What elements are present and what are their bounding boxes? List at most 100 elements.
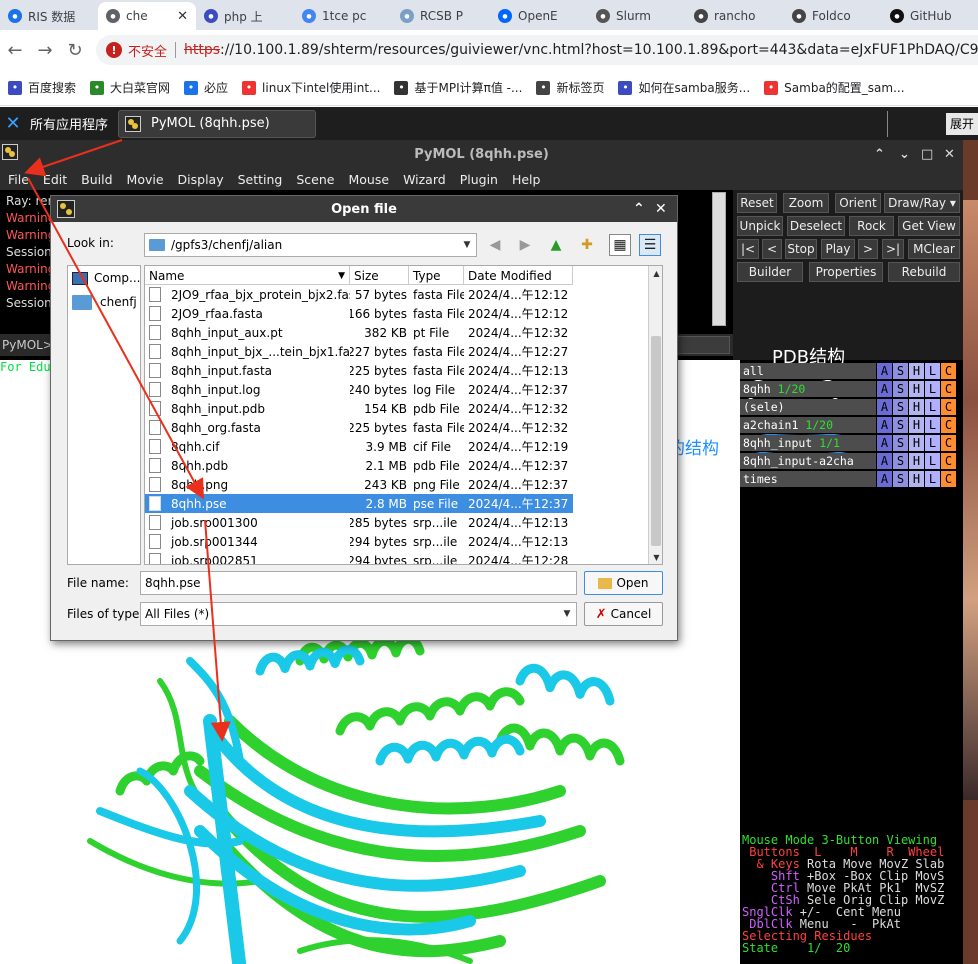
file-row[interactable]: job.srp001300 285 bytes srp...ile 2024/4...… (145, 513, 573, 532)
object-l-button[interactable]: L (924, 399, 940, 416)
browser-tab[interactable]: ● rancho (686, 2, 784, 30)
file-row[interactable]: 8qhh_input.log 240 bytes log File 2024/4...… (145, 380, 573, 399)
menu-help[interactable]: Help (504, 172, 547, 187)
file-row[interactable]: 8qhh_org.fasta 225 bytes fasta File 2024/4.… (145, 418, 573, 437)
object-s-button[interactable]: S (892, 399, 908, 416)
file-row[interactable]: 8qhh_input.pdb 154 KB pdb File 2024/4...午12… (145, 399, 573, 418)
browser-tab[interactable]: ● che ✕ (98, 2, 196, 30)
open-button[interactable]: Open (584, 571, 663, 595)
column-header-date[interactable]: Date Modified (464, 266, 573, 285)
browser-tab[interactable]: ● RIS 数据 (0, 2, 98, 30)
file-row[interactable]: 8qhh.pdb 2.1 MB pdb File 2024/4...午12:37 (145, 456, 573, 475)
object-s-button[interactable]: S (892, 453, 908, 470)
menu-display[interactable]: Display (170, 172, 230, 187)
menu-movie[interactable]: Movie (119, 172, 170, 187)
browser-tab[interactable]: ● GitHub (882, 2, 978, 30)
object-a-button[interactable]: A (876, 435, 892, 452)
object-s-button[interactable]: S (892, 381, 908, 398)
places-item[interactable]: Comp... (68, 266, 140, 290)
reload-button[interactable]: ↻ (60, 35, 90, 65)
browser-tab[interactable]: ● OpenE (490, 2, 588, 30)
menu-wizard[interactable]: Wizard (395, 172, 452, 187)
dialog-close-button[interactable]: ✕ (655, 196, 667, 222)
file-list-scrollbar[interactable]: ▲ ▼ (648, 266, 662, 564)
console-scrollbar[interactable] (712, 192, 726, 326)
object-a-button[interactable]: A (876, 399, 892, 416)
object-c-button[interactable]: C (940, 417, 956, 434)
file-name-input[interactable] (140, 571, 577, 595)
pymol-maximize-button[interactable]: □ (921, 140, 933, 168)
browser-tab[interactable]: ● 1tce pc (294, 2, 392, 30)
pymol-button[interactable]: Reset (737, 193, 777, 213)
browser-tab[interactable]: ● Slurm (588, 2, 686, 30)
object-h-button[interactable]: H (908, 471, 924, 488)
file-row[interactable]: 8qhh_input.fasta 225 bytes fasta File 2024/… (145, 361, 573, 380)
back-button[interactable]: ← (0, 35, 30, 65)
object-h-button[interactable]: H (908, 363, 924, 380)
list-view-icon[interactable]: ▦ (609, 234, 631, 256)
menu-scene[interactable]: Scene (288, 172, 340, 187)
object-l-button[interactable]: L (924, 435, 940, 452)
menu-plugin[interactable]: Plugin (452, 172, 504, 187)
file-row[interactable]: 8qhh.cif 3.9 MB cif File 2024/4...午12:19 (145, 437, 573, 456)
file-row[interactable]: 2JO9_rfaa_bjx_protein_bjx2.fasta 57 bytes… (145, 285, 573, 304)
object-s-button[interactable]: S (892, 363, 908, 380)
menu-build[interactable]: Build (73, 172, 118, 187)
column-header-type[interactable]: Type (409, 266, 464, 285)
object-name-button[interactable]: all (740, 363, 876, 380)
bookmark-item[interactable]: • 大白菜官网 (90, 79, 170, 96)
pymol-button[interactable]: Zoom (783, 193, 829, 213)
object-name-button[interactable]: a2chain1 1/20 (740, 417, 876, 434)
object-c-button[interactable]: C (940, 453, 956, 470)
object-a-button[interactable]: A (876, 417, 892, 434)
address-bar[interactable]: ! 不安全 https://10.100.1.89/shterm/resource… (96, 35, 978, 65)
look-in-combobox[interactable]: /gpfs3/chenfj/alian ▼ (144, 233, 477, 257)
forward-button[interactable]: → (30, 35, 60, 65)
scrollbar-thumb[interactable] (651, 336, 661, 546)
column-header-size[interactable]: Size (350, 266, 409, 285)
file-row[interactable]: 2JO9_rfaa.fasta 166 bytes fasta File 2024/4… (145, 304, 573, 323)
browser-tab[interactable]: ● Foldco (784, 2, 882, 30)
parent-directory-icon[interactable]: ▲ (545, 234, 567, 256)
file-type-combobox[interactable]: All Files (*) ▼ (140, 602, 577, 626)
bookmark-item[interactable]: • 基于MPI计算π值 -... (394, 79, 522, 96)
file-row[interactable]: job.srp002851 294 bytes srp...ile 2024/4...… (145, 551, 573, 564)
bookmark-item[interactable]: • 新标签页 (536, 79, 604, 96)
places-item[interactable]: chenfj (68, 290, 140, 314)
object-c-button[interactable]: C (940, 399, 956, 416)
tab-close-icon[interactable]: ✕ (173, 9, 188, 24)
pymol-button[interactable]: Builder (737, 262, 803, 282)
pymol-button[interactable]: Unpick (737, 216, 783, 236)
object-l-button[interactable]: L (924, 471, 940, 488)
bookmark-item[interactable]: • 如何在samba服务... (618, 79, 750, 96)
bookmark-item[interactable]: • linux下intel使用int... (242, 79, 380, 96)
object-a-button[interactable]: A (876, 381, 892, 398)
object-a-button[interactable]: A (876, 471, 892, 488)
menu-edit[interactable]: Edit (35, 172, 73, 187)
back-nav-icon[interactable]: ◀ (484, 234, 506, 256)
pymol-button[interactable]: Orient (835, 193, 881, 213)
scroll-up-icon[interactable]: ▲ (649, 266, 662, 280)
file-row[interactable]: 8qhh_input_aux.pt 382 KB pt File 2024/4...午… (145, 323, 573, 342)
forward-nav-icon[interactable]: ▶ (514, 234, 536, 256)
pymol-button[interactable]: Draw/Ray ▾ (884, 193, 960, 213)
object-c-button[interactable]: C (940, 435, 956, 452)
browser-tab[interactable]: ● RCSB P (392, 2, 490, 30)
taskbar-pymol-button[interactable]: PyMOL (8qhh.pse) (118, 109, 317, 138)
pymol-minimize-button[interactable]: ⌄ (899, 140, 910, 168)
pymol-button[interactable]: Play (821, 239, 855, 259)
pymol-button[interactable]: Stop (785, 239, 817, 259)
menu-setting[interactable]: Setting (230, 172, 289, 187)
cancel-button[interactable]: ✗ Cancel (584, 602, 663, 626)
menu-mouse[interactable]: Mouse (341, 172, 396, 187)
file-row[interactable]: 8qhh_input_bjx_...tein_bjx1.fasta 227 byt… (145, 342, 573, 361)
all-apps-button[interactable]: ✕ 所有应用程序 (0, 107, 108, 140)
object-l-button[interactable]: L (924, 363, 940, 380)
pymol-button[interactable]: >| (882, 239, 904, 259)
file-row[interactable]: 8qhh.pse 2.8 MB pse File 2024/4...午12:37 (145, 494, 573, 513)
pymol-shade-button[interactable]: ⌃ (874, 140, 885, 168)
object-l-button[interactable]: L (924, 417, 940, 434)
detail-view-icon[interactable]: ☰ (639, 234, 661, 256)
object-name-button[interactable]: (sele) (740, 399, 876, 416)
scroll-down-icon[interactable]: ▼ (649, 550, 662, 564)
